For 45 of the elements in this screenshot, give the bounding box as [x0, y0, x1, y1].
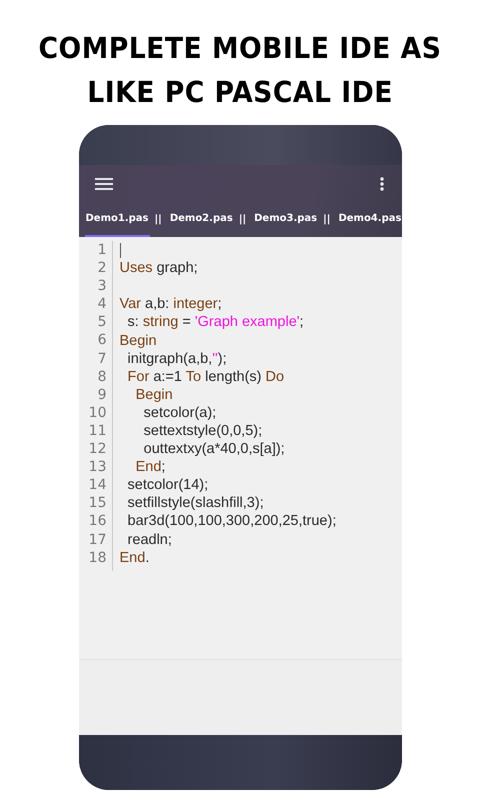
code-line: End.	[120, 548, 150, 567]
line-number: 7	[78, 350, 112, 368]
line-number: 12	[78, 440, 112, 458]
more-options-icon[interactable]	[380, 176, 384, 190]
headline-text: LIKE PC PASCAL IDE	[87, 74, 393, 111]
code-line: s: string = 'Graph example';	[126, 313, 304, 332]
line-number: 3	[78, 277, 112, 296]
tab-separator: ||	[323, 214, 330, 225]
line-number: 15	[78, 494, 112, 512]
code-line: initgraph(a,b,'');	[126, 350, 227, 368]
menu-icon[interactable]	[94, 176, 112, 190]
line-number: 5	[78, 313, 112, 332]
code-line: outtextxy(a*40,0,s[a]);	[142, 440, 285, 458]
line-number: 17	[78, 530, 112, 549]
file-tab[interactable]: Demo4.pas	[337, 202, 402, 237]
code-line: setcolor(14);	[126, 476, 208, 494]
code-line: readln;	[126, 530, 172, 549]
tab-separator: ||	[238, 214, 246, 225]
code-line: Var a,b: integer;	[120, 295, 222, 314]
code-line: For a:=1 To length(s) Do	[126, 368, 284, 386]
line-number: 9	[78, 386, 112, 404]
code-line: setcolor(a);	[142, 404, 216, 422]
code-line: Uses graph;	[120, 259, 198, 278]
line-number: 16	[78, 512, 112, 530]
code-line: End;	[134, 458, 166, 476]
code-line: settextstyle(0,0,5);	[142, 422, 262, 440]
file-tab[interactable]: Demo3.pas	[253, 202, 318, 237]
file-tab[interactable]: Demo2.pas	[168, 202, 234, 237]
code-line: Begin	[120, 332, 157, 350]
line-number: 4	[78, 295, 112, 314]
code-line: setfillstyle(slashfill,3);	[126, 494, 264, 512]
line-number: 1	[78, 241, 112, 260]
code-line: bar3d(100,100,300,200,25,true);	[126, 512, 336, 530]
code-editor[interactable]	[78, 237, 402, 659]
line-number: 11	[78, 422, 112, 440]
line-number: 14	[78, 476, 112, 494]
line-number: 13	[78, 458, 112, 476]
line-number: 8	[78, 368, 112, 386]
line-number: 2	[78, 259, 112, 278]
headline-text: COMPLETE MOBILE IDE AS	[38, 30, 442, 67]
code-line: Begin	[134, 386, 173, 404]
line-number: 6	[78, 331, 112, 350]
tab-separator: ||	[154, 214, 162, 225]
line-number: 10	[78, 404, 112, 422]
line-number: 18	[78, 548, 112, 567]
